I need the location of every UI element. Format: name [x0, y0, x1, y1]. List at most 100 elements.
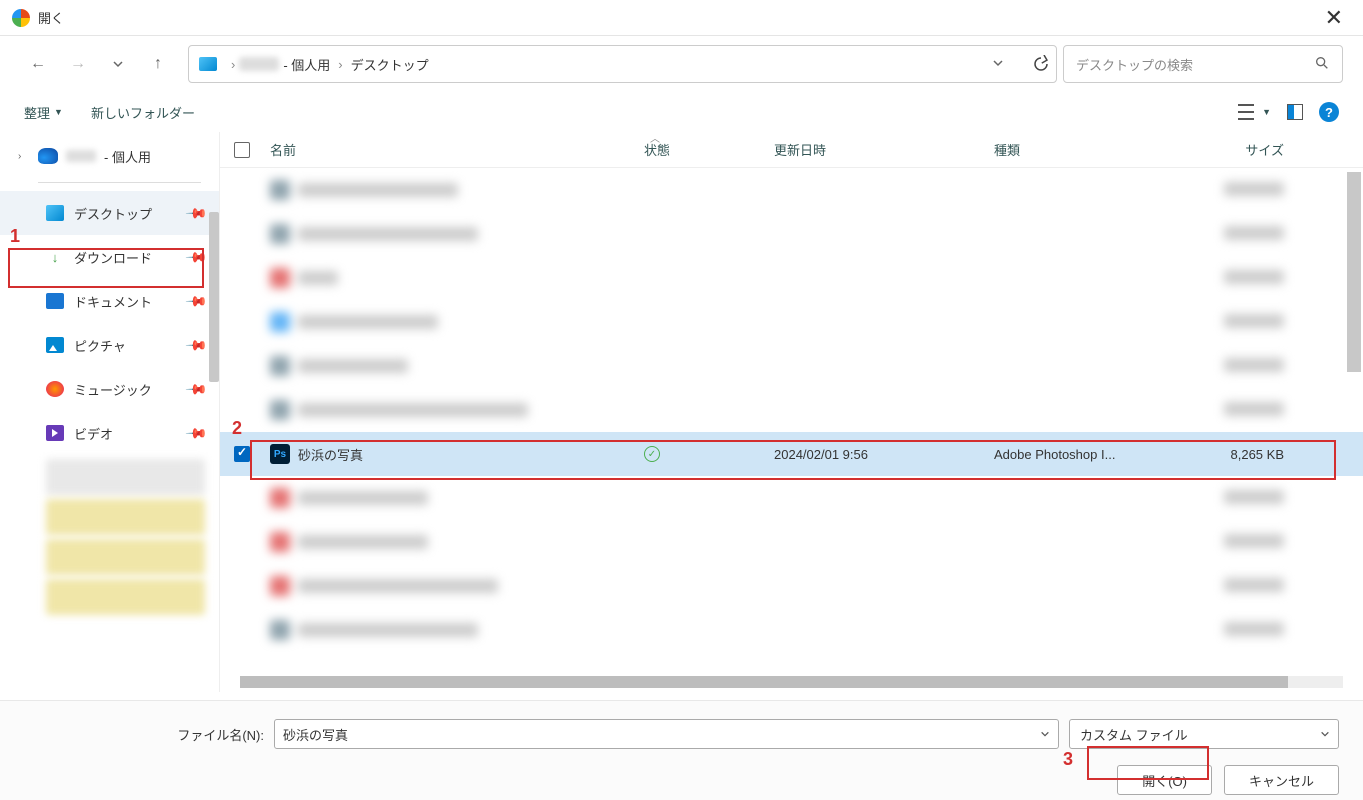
- column-name[interactable]: 名前: [264, 140, 644, 159]
- location-icon: [199, 57, 217, 71]
- file-row-redacted[interactable]: [220, 608, 1363, 652]
- breadcrumb-personal[interactable]: - 個人用: [279, 55, 334, 74]
- sidebar-item-videos[interactable]: ビデオ 📌: [0, 411, 219, 455]
- music-icon: [46, 381, 64, 397]
- chevron-down-icon[interactable]: [1040, 727, 1050, 742]
- file-row-redacted[interactable]: [220, 168, 1363, 212]
- file-row-redacted[interactable]: [220, 564, 1363, 608]
- file-size: 8,265 KB: [1184, 447, 1304, 462]
- sidebar: › - 個人用 デスクトップ 📌 ↓ ダウンロード 📌 ドキュメント 📌 ピクチ…: [0, 132, 220, 692]
- pin-icon[interactable]: 📌: [184, 333, 208, 357]
- onedrive-icon: [38, 148, 58, 164]
- pictures-icon: [46, 337, 64, 353]
- document-icon: [46, 293, 64, 309]
- sidebar-item-label: ビデオ: [74, 424, 113, 443]
- cancel-button[interactable]: キャンセル: [1224, 765, 1339, 795]
- pin-icon[interactable]: 📌: [184, 201, 208, 225]
- file-list: ︿ 名前 状態 更新日時 種類 サイズ: [220, 132, 1363, 692]
- list-header: ︿ 名前 状態 更新日時 種類 サイズ: [220, 132, 1363, 168]
- pin-icon[interactable]: 📌: [184, 245, 208, 269]
- title-bar: 開く ✕: [0, 0, 1363, 36]
- horizontal-scrollbar[interactable]: [240, 676, 1343, 688]
- refresh-button[interactable]: [1023, 46, 1059, 82]
- sidebar-item-downloads[interactable]: ↓ ダウンロード 📌: [0, 235, 219, 279]
- sidebar-user-redacted: [66, 150, 96, 162]
- footer: ファイル名(N): 砂浜の写真 カスタム ファイル 開く(O) キャンセル: [0, 700, 1363, 800]
- annotation-number-3: 3: [1063, 749, 1073, 770]
- view-menu[interactable]: ▼: [1238, 104, 1271, 120]
- breadcrumb-desktop[interactable]: デスクトップ: [347, 55, 433, 74]
- new-folder-button[interactable]: 新しいフォルダー: [91, 103, 195, 122]
- column-status[interactable]: 状態: [644, 140, 774, 159]
- pin-icon[interactable]: 📌: [184, 289, 208, 313]
- sidebar-item-redacted[interactable]: [46, 579, 205, 615]
- sync-ok-icon: ✓: [644, 446, 660, 462]
- forward-button[interactable]: →: [60, 46, 96, 82]
- chevron-right-icon: ›: [227, 57, 239, 72]
- filetype-select[interactable]: カスタム ファイル: [1069, 719, 1339, 749]
- chevron-right-icon: ›: [334, 57, 346, 72]
- open-button[interactable]: 開く(O): [1117, 765, 1212, 795]
- sidebar-item-desktop[interactable]: デスクトップ 📌: [0, 191, 219, 235]
- file-row-redacted[interactable]: [220, 300, 1363, 344]
- filename-label: ファイル名(N):: [24, 725, 264, 744]
- back-button[interactable]: ←: [20, 46, 56, 82]
- search-placeholder: デスクトップの検索: [1076, 55, 1193, 74]
- file-type: Adobe Photoshop I...: [994, 447, 1184, 462]
- annotation-number-2: 2: [232, 418, 242, 439]
- sidebar-item-label: ミュージック: [74, 380, 152, 399]
- file-row-redacted[interactable]: [220, 256, 1363, 300]
- sidebar-item-label: ダウンロード: [74, 248, 152, 267]
- pin-icon[interactable]: 📌: [184, 377, 208, 401]
- recent-dropdown[interactable]: [100, 46, 136, 82]
- preview-pane-icon: [1287, 104, 1303, 120]
- up-button[interactable]: ↑: [140, 46, 176, 82]
- help-button[interactable]: ?: [1319, 102, 1339, 122]
- file-row-redacted[interactable]: [220, 344, 1363, 388]
- organize-menu[interactable]: 整理 ▼: [24, 103, 63, 122]
- photoshop-file-icon: Ps: [270, 444, 290, 464]
- list-view-icon: [1238, 104, 1254, 120]
- sidebar-item-music[interactable]: ミュージック 📌: [0, 367, 219, 411]
- column-date[interactable]: 更新日時: [774, 140, 994, 159]
- sidebar-item-label: デスクトップ: [74, 204, 152, 223]
- search-input[interactable]: デスクトップの検索: [1063, 45, 1343, 83]
- sidebar-item-redacted[interactable]: [46, 539, 205, 575]
- sidebar-scrollbar[interactable]: [209, 212, 219, 382]
- sidebar-item-documents[interactable]: ドキュメント 📌: [0, 279, 219, 323]
- close-button[interactable]: ✕: [1317, 5, 1351, 31]
- filename-input[interactable]: 砂浜の写真: [274, 719, 1059, 749]
- file-row-redacted[interactable]: [220, 520, 1363, 564]
- pin-icon[interactable]: 📌: [184, 421, 208, 445]
- chevron-right-icon[interactable]: ›: [18, 151, 30, 162]
- column-type[interactable]: 種類: [994, 140, 1184, 159]
- window-title: 開く: [38, 8, 64, 27]
- chevron-down-icon[interactable]: [1320, 727, 1330, 742]
- file-row-redacted[interactable]: [220, 476, 1363, 520]
- row-checkbox[interactable]: [234, 446, 250, 462]
- sort-indicator-icon: ︿: [650, 132, 660, 145]
- column-size[interactable]: サイズ: [1184, 140, 1304, 159]
- sidebar-separator: [38, 182, 201, 183]
- sidebar-onedrive-label: - 個人用: [104, 147, 151, 166]
- app-icon: [12, 9, 30, 27]
- vertical-scrollbar[interactable]: [1347, 172, 1361, 372]
- sidebar-item-redacted[interactable]: [46, 459, 205, 495]
- sidebar-item-pictures[interactable]: ピクチャ 📌: [0, 323, 219, 367]
- annotation-number-1: 1: [10, 226, 20, 247]
- preview-pane-button[interactable]: [1287, 104, 1303, 120]
- toolbar: 整理 ▼ 新しいフォルダー ▼ ?: [0, 92, 1363, 132]
- download-icon: ↓: [46, 249, 64, 265]
- address-history-dropdown[interactable]: [986, 57, 1010, 72]
- column-checkbox[interactable]: [220, 142, 264, 158]
- file-row-selected[interactable]: Ps 砂浜の写真 ✓ 2024/02/01 9:56 Adobe Photosh…: [220, 432, 1363, 476]
- sidebar-item-redacted[interactable]: [46, 499, 205, 535]
- file-row-redacted[interactable]: [220, 212, 1363, 256]
- sidebar-item-label: ピクチャ: [74, 336, 126, 355]
- file-date: 2024/02/01 9:56: [774, 447, 994, 462]
- file-row-redacted[interactable]: [220, 388, 1363, 432]
- address-bar[interactable]: › - 個人用 › デスクトップ: [188, 45, 1057, 83]
- file-name: 砂浜の写真: [298, 445, 363, 464]
- breadcrumb-user[interactable]: [239, 57, 279, 71]
- sidebar-onedrive[interactable]: › - 個人用: [0, 138, 219, 174]
